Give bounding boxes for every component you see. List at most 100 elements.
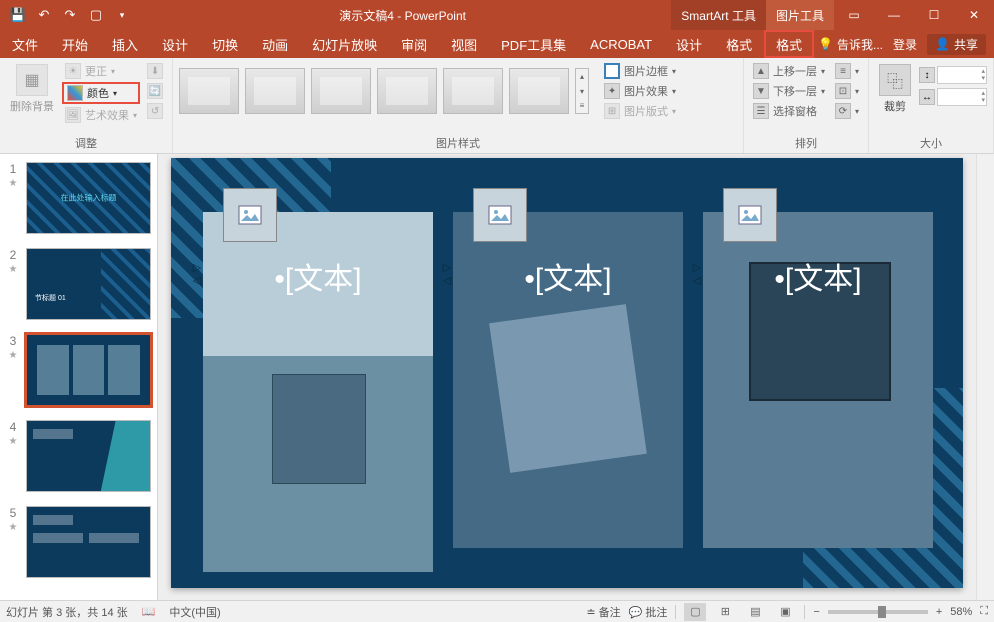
qat-more-icon[interactable]: ▾ (110, 3, 134, 27)
maximize-icon[interactable]: ☐ (914, 0, 954, 30)
chevron-down-icon: ▾ (672, 87, 676, 96)
slide-thumb-3[interactable]: 3★ (6, 334, 151, 406)
artistic-effects-button[interactable]: 🖼艺术效果▾ (62, 106, 140, 124)
slideshow-view-icon[interactable]: ▣ (774, 603, 796, 621)
compress-button[interactable]: ⬇ (144, 62, 166, 80)
gallery-more-button[interactable]: ▴▾≡ (575, 68, 589, 114)
zoom-slider[interactable] (828, 610, 928, 614)
slide-thumb-preview[interactable]: 在此处输入标题 (26, 162, 151, 234)
language-status[interactable]: 中文(中国) (169, 604, 220, 620)
tab-slideshow[interactable]: 幻灯片放映 (300, 30, 389, 58)
slide-thumb-5[interactable]: 5★ (6, 506, 151, 578)
style-thumb[interactable] (179, 68, 239, 114)
slide-thumb-4[interactable]: 4★ (6, 420, 151, 492)
slide-thumb-preview[interactable] (26, 506, 151, 578)
vertical-scrollbar[interactable] (976, 154, 994, 600)
rotate-button[interactable]: ⟳▾ (832, 102, 862, 120)
tab-home[interactable]: 开始 (50, 30, 100, 58)
zoom-in-button[interactable]: + (936, 606, 942, 618)
tab-design2[interactable]: 设计 (664, 30, 714, 58)
slide-counter[interactable]: 幻灯片 第 3 张，共 14 张 (6, 604, 128, 620)
tab-design[interactable]: 设计 (150, 30, 200, 58)
save-icon[interactable]: 💾 (6, 3, 30, 27)
comments-label: 批注 (645, 607, 667, 619)
slide-canvas[interactable]: ▷◁ ▷◁ ▷◁ •[文本] •[文本] •[文本] (171, 158, 963, 588)
width-input[interactable] (937, 88, 987, 106)
ribbon: ▦ 删除背景 ☀更正▾ 颜色▾ 🖼艺术效果▾ ⬇ 🔄 ↺ 调整 (0, 58, 994, 154)
notes-button[interactable]: ≐ 备注 (586, 604, 620, 620)
close-icon[interactable]: ✕ (954, 0, 994, 30)
zoom-level[interactable]: 58% (950, 606, 972, 618)
group-button[interactable]: ⊡▾ (832, 82, 862, 100)
tab-acrobat[interactable]: ACROBAT (578, 30, 664, 58)
tell-me[interactable]: 💡告诉我... (818, 36, 883, 53)
tab-animations[interactable]: 动画 (250, 30, 300, 58)
tab-file[interactable]: 文件 (0, 30, 50, 58)
crop-button[interactable]: ⿻ 裁剪 (875, 62, 915, 116)
comments-button[interactable]: 💬 批注 (629, 604, 668, 620)
contextual-tab-group: SmartArt 工具 图片工具 (671, 0, 834, 30)
slide-thumb-preview[interactable] (26, 420, 151, 492)
style-thumb[interactable] (509, 68, 569, 114)
slide-thumb-2[interactable]: 2★ 节标题 01 (6, 248, 151, 320)
style-thumb[interactable] (311, 68, 371, 114)
zoom-thumb[interactable] (878, 606, 886, 618)
normal-view-icon[interactable]: ▢ (684, 603, 706, 621)
minimize-icon[interactable]: — (874, 0, 914, 30)
slide-thumb-preview[interactable] (26, 334, 151, 406)
align-button[interactable]: ≡▾ (832, 62, 862, 80)
undo-icon[interactable]: ↶ (32, 3, 56, 27)
reading-view-icon[interactable]: ▤ (744, 603, 766, 621)
tab-review[interactable]: 审阅 (389, 30, 439, 58)
slide-thumb-preview[interactable]: 节标题 01 (26, 248, 151, 320)
send-backward-button[interactable]: ▼下移一层▾ (750, 82, 828, 100)
slide-thumb-1[interactable]: 1★ 在此处输入标题 (6, 162, 151, 234)
crop-label: 裁剪 (884, 98, 906, 114)
corrections-button[interactable]: ☀更正▾ (62, 62, 140, 80)
slide-panel[interactable]: 1★ 在此处输入标题 2★ 节标题 01 3★ 4★ 5★ (0, 154, 158, 600)
picture-placeholder-icon[interactable] (723, 188, 777, 242)
group-adjust: ▦ 删除背景 ☀更正▾ 颜色▾ 🖼艺术效果▾ ⬇ 🔄 ↺ 调整 (0, 58, 173, 153)
text-placeholder-3[interactable]: •[文本] (703, 254, 933, 298)
spellcheck-icon[interactable]: 📖 (142, 605, 156, 618)
redo-icon[interactable]: ↷ (58, 3, 82, 27)
remove-background-button[interactable]: ▦ 删除背景 (6, 62, 58, 116)
start-from-beginning-icon[interactable]: ▢ (84, 3, 108, 27)
sorter-view-icon[interactable]: ⊞ (714, 603, 736, 621)
picture-placeholder-icon[interactable] (473, 188, 527, 242)
tab-transitions[interactable]: 切换 (200, 30, 250, 58)
slide-editor[interactable]: ▷◁ ▷◁ ▷◁ •[文本] •[文本] •[文本] (158, 154, 976, 600)
tab-insert[interactable]: 插入 (100, 30, 150, 58)
text-placeholder-1[interactable]: •[文本] (203, 254, 433, 298)
ribbon-options-icon[interactable]: ▭ (834, 0, 874, 30)
signin-button[interactable]: 登录 (887, 36, 923, 53)
picture-layout-button[interactable]: ⊞图片版式▾ (601, 102, 679, 120)
picture-effects-button[interactable]: ✦图片效果▾ (601, 82, 679, 100)
style-thumb[interactable] (245, 68, 305, 114)
style-thumb[interactable] (377, 68, 437, 114)
style-thumb[interactable] (443, 68, 503, 114)
tab-format1[interactable]: 格式 (714, 30, 764, 58)
style-gallery[interactable]: ▴▾≡ (179, 68, 589, 114)
corrections-label: 更正 (85, 63, 107, 79)
picture-placeholder-icon[interactable] (223, 188, 277, 242)
tab-view[interactable]: 视图 (439, 30, 489, 58)
divider (675, 605, 676, 619)
height-input[interactable] (937, 66, 987, 84)
group-styles-label: 图片样式 (179, 133, 737, 151)
selection-pane-button[interactable]: ☰选择窗格 (750, 102, 828, 120)
tab-format2[interactable]: 格式 (764, 30, 814, 58)
picture-border-button[interactable]: 图片边框▾ (601, 62, 679, 80)
color-button[interactable]: 颜色▾ (62, 82, 140, 104)
artistic-icon: 🖼 (65, 107, 81, 123)
zoom-out-button[interactable]: − (813, 606, 819, 618)
text-placeholder-2[interactable]: •[文本] (453, 254, 683, 298)
selection-label: 选择窗格 (773, 103, 817, 119)
remove-bg-icon: ▦ (16, 64, 48, 96)
reset-picture-button[interactable]: ↺ (144, 102, 166, 120)
tab-pdf[interactable]: PDF工具集 (489, 30, 578, 58)
fit-to-window-icon[interactable]: ⛶ (980, 605, 988, 618)
change-picture-button[interactable]: 🔄 (144, 82, 166, 100)
share-button[interactable]: 👤共享 (927, 34, 986, 55)
bring-forward-button[interactable]: ▲上移一层▾ (750, 62, 828, 80)
